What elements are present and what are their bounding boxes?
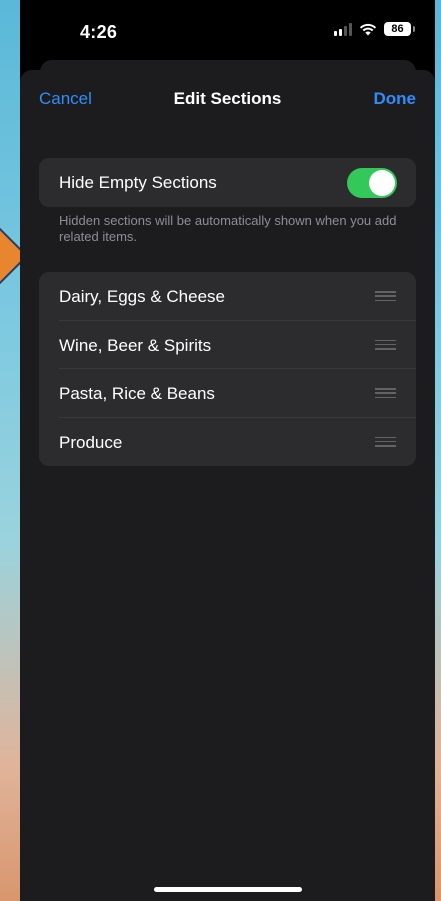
hide-empty-footnote: Hidden sections will be automatically sh… [59,213,397,244]
hide-empty-sections-label: Hide Empty Sections [59,173,217,192]
battery-icon: 86 [384,22,415,36]
status-bar: 4:26 86 [20,0,435,62]
list-item: Produce [59,418,416,467]
status-icons: 86 [334,22,415,36]
section-label: Dairy, Eggs & Cheese [59,287,225,306]
list-item: Wine, Beer & Spirits [59,321,416,369]
reorder-handle-icon[interactable] [375,291,396,302]
hide-empty-sections-toggle[interactable] [347,168,397,198]
reorder-handle-icon[interactable] [375,388,396,399]
signal-icon [334,22,352,36]
home-indicator[interactable] [154,887,302,892]
section-label: Wine, Beer & Spirits [59,335,212,355]
section-label: Pasta, Rice & Beans [59,384,215,403]
hide-empty-sections-cell: Hide Empty Sections [39,158,416,207]
toggle-knob [369,170,395,196]
sections-list: Dairy, Eggs & Cheese Wine, Beer & Spirit… [39,272,416,466]
wifi-icon [359,23,377,36]
reorder-handle-icon[interactable] [375,339,396,350]
reorder-handle-icon[interactable] [375,436,396,447]
list-item: Dairy, Eggs & Cheese [59,272,416,321]
navigation-bar: Cancel Edit Sections Done [20,70,435,126]
section-label: Produce [59,432,123,452]
status-time: 4:26 [80,22,118,42]
list-item: Pasta, Rice & Beans [59,369,416,418]
phone-screen: 4:26 86 Cancel Edit Sections Done Hide E… [20,0,435,901]
done-button[interactable]: Done [374,89,417,109]
edit-sections-sheet: Cancel Edit Sections Done Hide Empty Sec… [20,70,435,901]
